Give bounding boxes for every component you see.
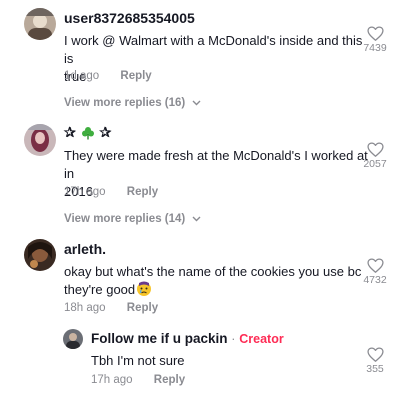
timestamp: 1d ago [64,70,100,82]
username[interactable]: arleth. [64,241,106,257]
chevron-down-icon [192,100,201,106]
comment-meta: 17h ago Reply [64,186,158,198]
separator: · [231,332,236,346]
like-count: 2057 [363,158,387,170]
like-count: 7439 [363,42,387,54]
view-more-label: View more replies (16) [64,97,186,109]
star-icon: ✰ [99,124,112,140]
timestamp: 18h ago [64,302,106,314]
star-icon: ✰ [64,124,76,140]
reply-button[interactable]: Reply [154,374,185,386]
avatar[interactable] [63,329,83,349]
avatar[interactable] [24,8,56,40]
creator-badge: Creator [239,332,284,346]
heart-icon [366,347,384,362]
reply-button[interactable]: Reply [127,186,158,198]
crying-face-emoji-icon [137,281,152,297]
view-more-replies-button[interactable]: View more replies (14) [64,213,201,225]
avatar[interactable] [24,239,56,271]
username[interactable]: user8372685354005 [64,10,195,26]
chevron-down-icon [192,216,201,222]
comment-meta: 18h ago Reply [64,302,158,314]
like-count: 355 [366,363,384,375]
reply-button[interactable]: Reply [127,302,158,314]
like-count: 4732 [363,274,387,286]
comment-text: okay but what's the name of the cookies … [64,263,364,299]
heart-icon [366,142,384,157]
reply-button[interactable]: Reply [120,70,151,82]
username: Follow me if u packin · Creator [91,331,284,346]
reply-meta: 17h ago Reply [91,374,185,386]
comment-text-line: okay but what's the name of the cookies … [64,264,362,279]
reply-text: Tbh I'm not sure [91,353,185,368]
timestamp: 17h ago [64,186,106,198]
shamrock-icon [81,127,94,140]
avatar[interactable] [24,124,56,156]
like-button[interactable]: 7439 [360,26,390,54]
reply-username[interactable]: Follow me if u packin [91,331,228,346]
timestamp: 17h ago [91,374,133,386]
like-button[interactable]: 355 [360,347,390,375]
comment-text-line: they're good [64,282,136,297]
comment-text-line: They were made fresh at the McDonald's I… [64,148,368,181]
heart-icon [366,26,384,41]
comment-text-line: I work @ Walmart with a McDonald's insid… [64,33,363,66]
view-more-label: View more replies (14) [64,213,186,225]
like-button[interactable]: 2057 [360,142,390,170]
like-button[interactable]: 4732 [360,258,390,286]
heart-icon [366,258,384,273]
view-more-replies-button[interactable]: View more replies (16) [64,97,201,109]
username[interactable]: ✰ ✰ ✰ ✰ [64,124,111,141]
comment-meta: 1d ago Reply [64,70,152,82]
